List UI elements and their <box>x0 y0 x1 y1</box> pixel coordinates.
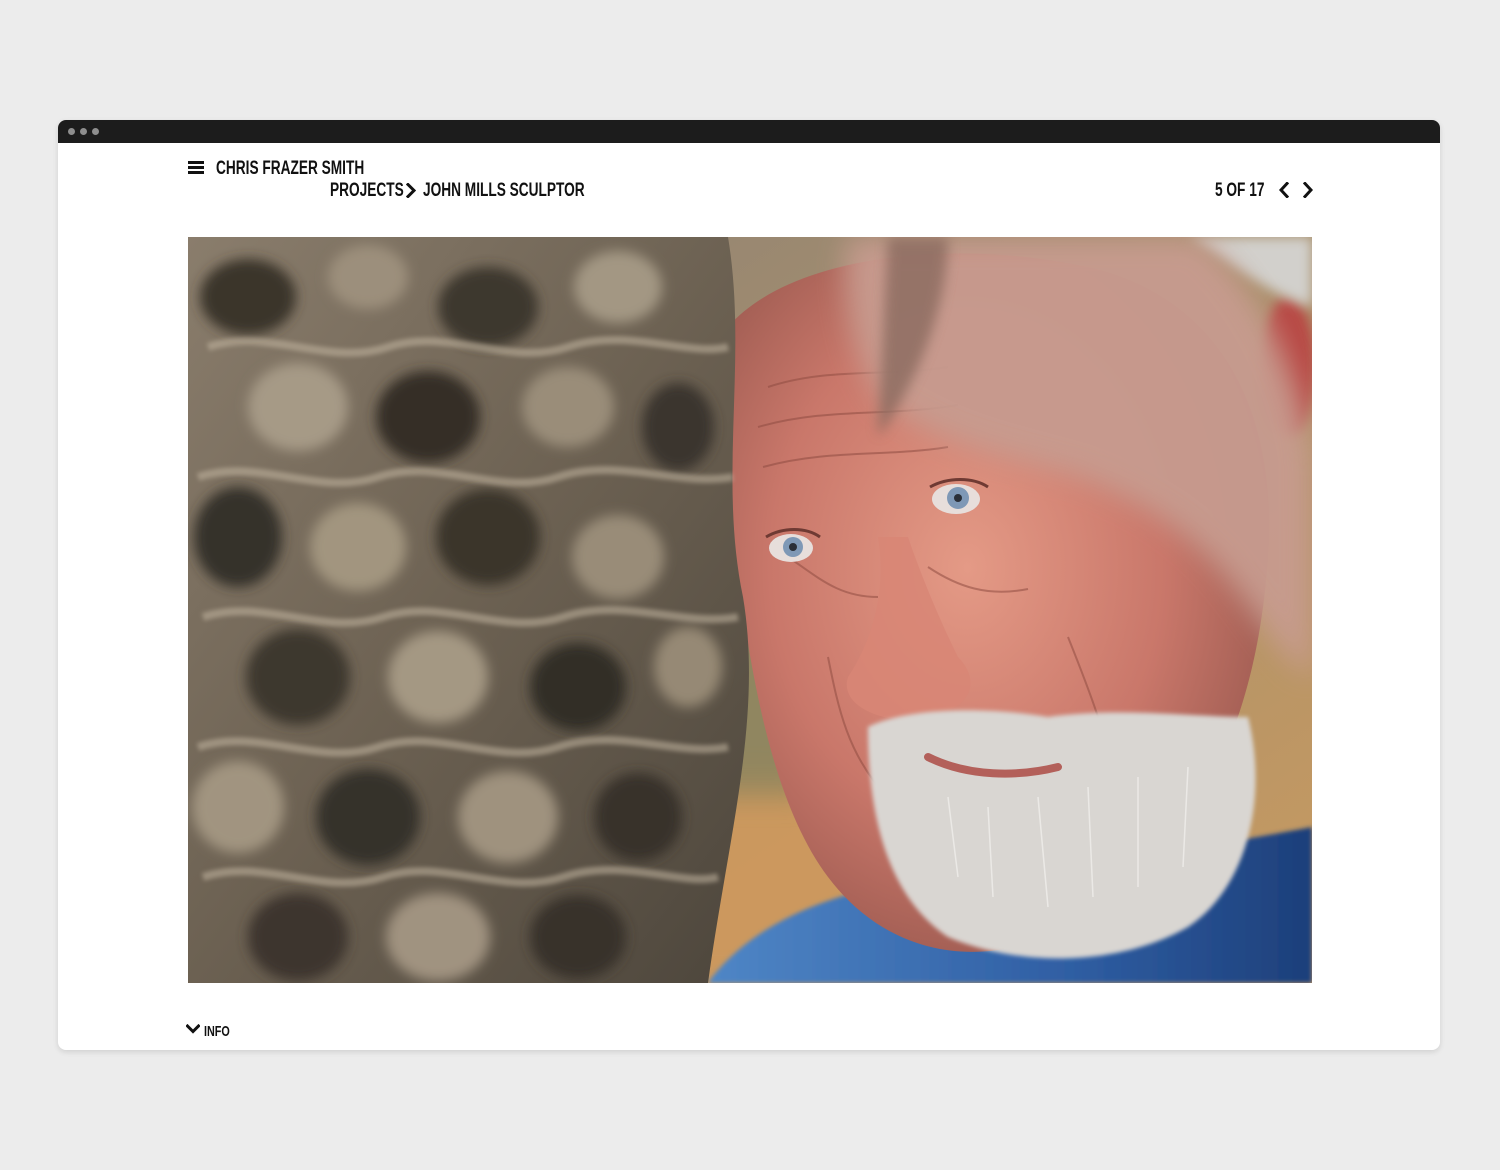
window-titlebar <box>58 120 1440 143</box>
chevron-down-icon <box>186 1024 200 1034</box>
site-title-link[interactable]: CHRIS FRAZER SMITH <box>216 159 364 178</box>
browser-window: CHRIS FRAZER SMITH PROJECTS JOHN MILLS S… <box>58 120 1440 1050</box>
chevron-right-icon <box>1303 182 1313 198</box>
chevron-left-icon <box>1279 182 1289 198</box>
breadcrumb-current-page: JOHN MILLS SCULPTOR <box>423 180 585 201</box>
chevron-right-icon <box>406 183 416 198</box>
info-label: INFO <box>204 1023 230 1040</box>
hamburger-menu-icon[interactable] <box>188 161 204 174</box>
window-dot-icon <box>92 128 99 135</box>
next-image-button[interactable] <box>1301 180 1315 200</box>
image-counter: 5 OF 17 <box>1215 180 1265 201</box>
window-dot-icon <box>80 128 87 135</box>
previous-image-button[interactable] <box>1277 180 1291 200</box>
breadcrumb-projects-link[interactable]: PROJECTS <box>330 181 404 200</box>
gallery-photo <box>188 237 1312 983</box>
window-dot-icon <box>68 128 75 135</box>
